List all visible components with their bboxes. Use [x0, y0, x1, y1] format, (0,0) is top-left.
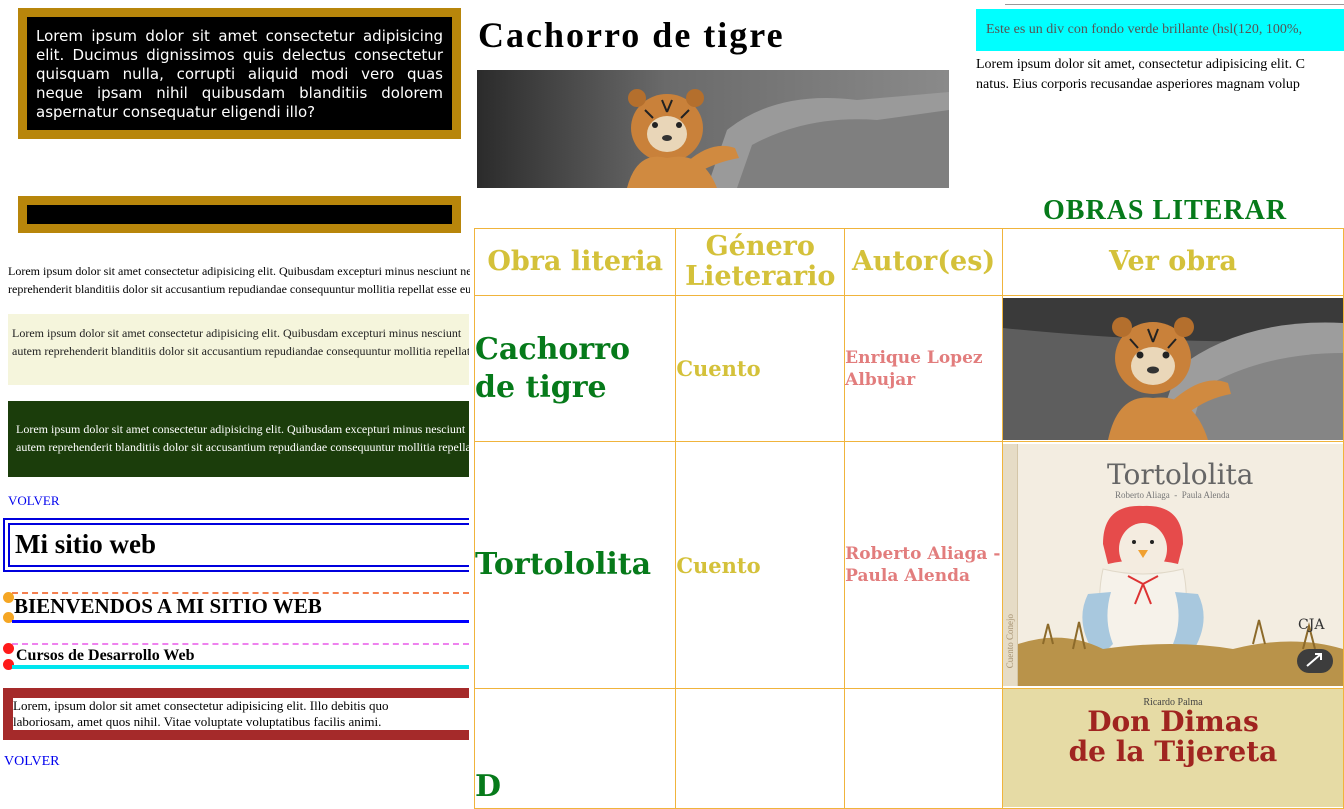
work-image-cell: Cuento Conejo Tortololita Roberto Aliaga…: [1001, 441, 1344, 689]
black-gold-box: Lorem ipsum dolor sit amet consectetur a…: [18, 8, 461, 139]
table-header-row: Obra literia Género Lieterario Autor(es)…: [473, 228, 1344, 296]
lorem-paragraph-right: Lorem ipsum dolor sit amet, consectetur …: [976, 57, 1305, 92]
work-image-cell: Ricardo Palma Don Dimas de la Tijereta: [1001, 688, 1344, 809]
lorem-paragraph-beige: Lorem ipsum dolor sit amet consectetur a…: [8, 314, 469, 385]
table-row: Cachorro de tigre Cuento Enrique Lopez A…: [473, 295, 1344, 442]
lorem-paragraph-plain: Lorem ipsum dolor sit amet consectetur a…: [8, 264, 470, 296]
blue-underline: [12, 620, 469, 623]
courses-heading: Cursos de Desarrollo Web: [16, 647, 195, 664]
orange-dot-icon: [3, 592, 14, 603]
work-title-cell: D: [473, 688, 677, 809]
tortololita-book-cover[interactable]: Cuento Conejo Tortololita Roberto Aliaga…: [1002, 444, 1343, 686]
black-box-text: Lorem ipsum dolor sit amet consectetur a…: [36, 27, 443, 121]
column-header: Ver obra: [1001, 228, 1344, 296]
horizontal-rule: [1005, 4, 1344, 5]
work-title-cell: Cachorro de tigre: [473, 295, 677, 442]
don-dimas-book-cover[interactable]: Ricardo Palma Don Dimas de la Tijereta: [1002, 689, 1343, 807]
lorem-paragraph-dark-green: Lorem ipsum dolor sit amet consectetur a…: [8, 401, 469, 477]
genre-cell: [675, 688, 846, 809]
site-title-box: Mi sitio web: [3, 518, 469, 572]
author-cell: [844, 688, 1003, 809]
tiger-cub-image: [477, 70, 949, 188]
work-image-cell: [1001, 295, 1344, 442]
column-header: Género Lieterario: [675, 228, 846, 296]
page-title: Cachorro de tigre: [478, 15, 785, 55]
genre-cell: Cuento: [675, 295, 846, 442]
column-header: Obra literia: [473, 228, 677, 296]
cyan-underline: [12, 665, 469, 669]
literary-works-table: Obra literia Género Lieterario Autor(es)…: [473, 228, 1344, 809]
author-cell: Enrique Lopez Albujar: [844, 295, 1003, 442]
work-title-cell: Tortololita: [473, 441, 677, 689]
author-cell: Roberto Aliaga - Paula Alenda: [844, 441, 1003, 689]
dashed-divider-violet: [12, 643, 469, 645]
red-dot-icon: [3, 643, 14, 654]
literary-works-heading: OBRAS LITERAR: [1043, 195, 1288, 226]
book-title: Don Dimas de la Tijereta: [1068, 705, 1278, 768]
brown-bordered-box: Lorem, ipsum dolor sit amet consectetur …: [3, 688, 469, 740]
welcome-heading: BIENVENDOS A MI SITIO WEB: [14, 594, 322, 618]
table-row: Tortololita Cuento Roberto Aliaga - Paul…: [473, 441, 1344, 689]
svg-text:CJA: CJA: [1298, 617, 1325, 633]
genre-cell: Cuento: [675, 441, 846, 689]
tiger-cub-image[interactable]: [1002, 297, 1343, 440]
volver-link[interactable]: VOLVER: [4, 754, 60, 770]
bright-green-div: Este es un div con fondo verde brillante…: [976, 9, 1344, 51]
column-header: Autor(es): [844, 228, 1003, 296]
volver-link[interactable]: VOLVER: [8, 493, 60, 509]
site-title: Mi sitio web: [15, 529, 156, 559]
table-row: D Ricardo Palma Don Dimas de la Tijereta: [473, 688, 1344, 809]
empty-black-box: [18, 196, 461, 233]
